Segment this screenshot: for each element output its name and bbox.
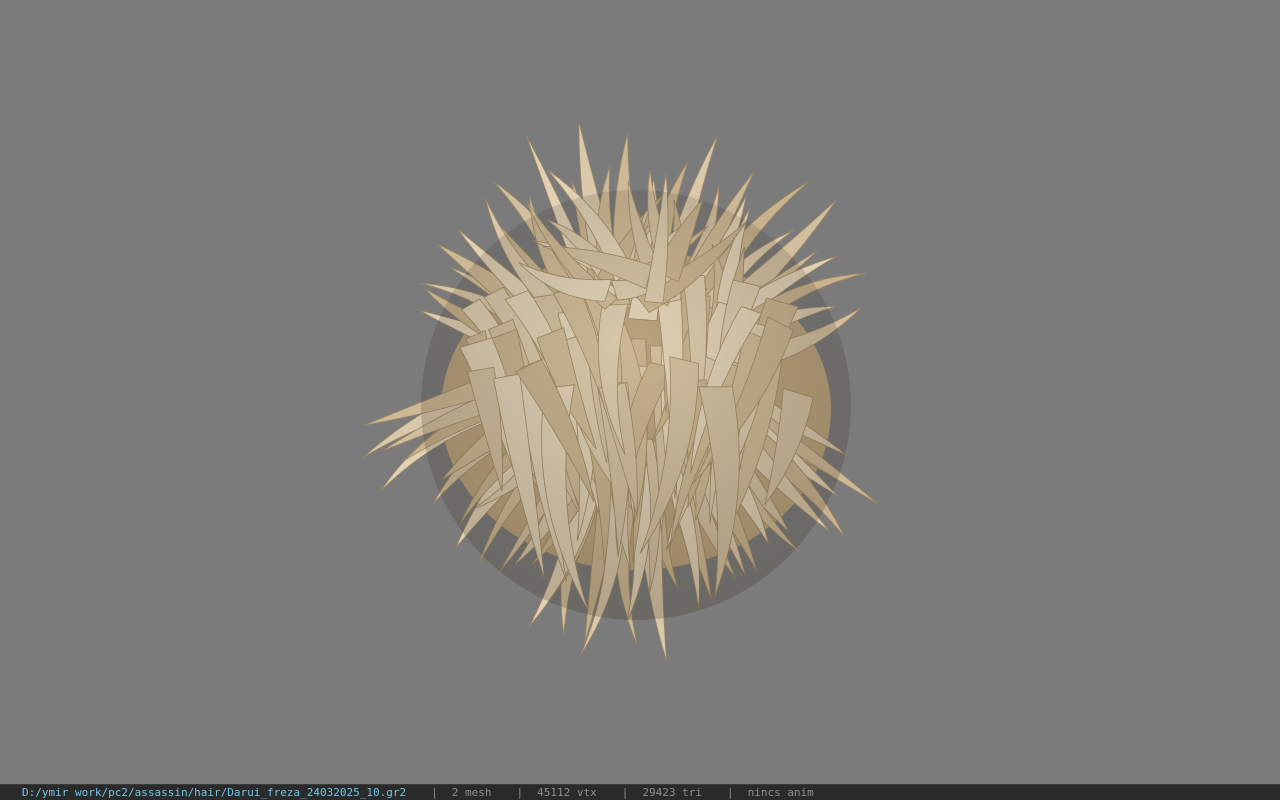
hair-model-render[interactable] [0,0,1280,784]
status-bar: D:/ymir work/pc2/assassin/hair/Darui_fre… [0,784,1280,800]
status-separator: | [516,785,524,799]
vertex-count-text: 45112 vtx [537,785,597,799]
file-path-text: D:/ymir work/pc2/assassin/hair/Darui_fre… [22,785,407,799]
mesh-count-text: 2 mesh [451,785,492,799]
status-separator: | [621,785,629,799]
3d-viewport[interactable] [0,0,1280,784]
animation-status-text: nincs anim [747,785,814,799]
triangle-count-text: 29423 tri [642,785,702,799]
status-separator: | [431,785,438,799]
model-viewer-window: D:/ymir work/pc2/assassin/hair/Darui_fre… [0,0,1280,800]
status-separator: | [726,785,734,799]
